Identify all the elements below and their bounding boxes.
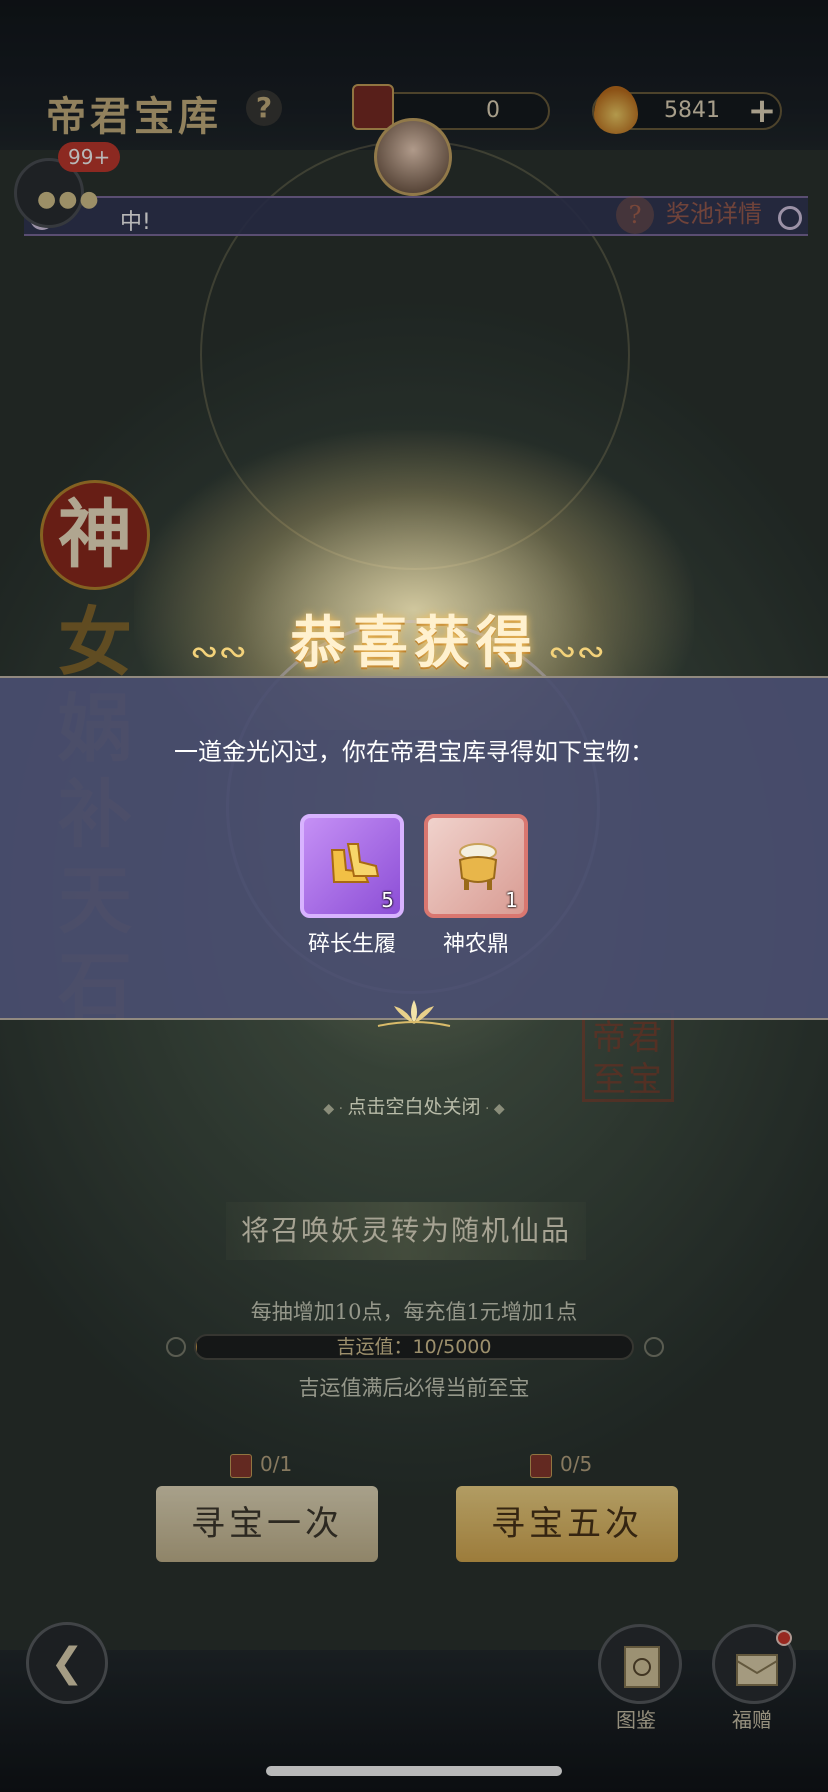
reward-name: 神农鼎 (442, 932, 509, 957)
home-indicator[interactable] (266, 1766, 562, 1776)
diamond-ornament-icon: · ◆ (480, 1101, 505, 1117)
reward-popup (0, 676, 828, 1020)
reward-count: 1 (505, 888, 518, 912)
reward-frame: 1 (424, 814, 528, 918)
reward-item[interactable]: 1 神农鼎 (424, 814, 528, 958)
golden-boots-icon (330, 843, 380, 883)
popup-message: 一道金光闪过，你在帝君宝库寻得如下宝物： (174, 738, 654, 766)
cauldron-icon (458, 843, 498, 890)
reward-item[interactable]: 5 碎长生履 (300, 814, 404, 958)
popup-title: 恭喜获得 (290, 610, 538, 676)
diamond-ornament-icon: ◆ · (323, 1101, 348, 1117)
reward-count: 5 (381, 888, 394, 912)
lotus-ornament-icon (377, 1000, 451, 1027)
reward-frame: 5 (300, 814, 404, 918)
close-hint: ◆ · 点击空白处关闭 · ◆ (0, 1092, 828, 1119)
reward-name: 碎长生履 (307, 932, 396, 957)
close-hint-text: 点击空白处关闭 (347, 1096, 481, 1118)
